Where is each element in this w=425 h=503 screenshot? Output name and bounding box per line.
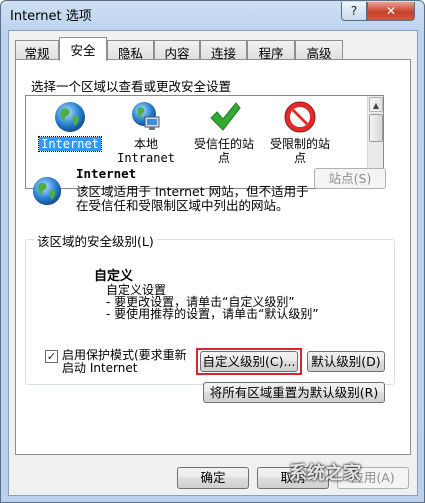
help-button[interactable]: ? (341, 2, 367, 21)
zone-trusted-sites-label-2: 点 (217, 151, 230, 165)
tab-programs[interactable]: 程序 (247, 40, 295, 61)
zone-local-intranet-label-1: 本地 (133, 137, 158, 151)
security-level-line-3: - 要使用推荐的设置，请单击“默认级别” (106, 307, 319, 321)
zone-prompt: 选择一个区域以查看或更改安全设置 (31, 79, 232, 94)
protected-mode-label-2: 启动 Internet (62, 361, 138, 375)
tab-privacy[interactable]: 隐私 (107, 40, 154, 61)
window-title: Internet 选项 (10, 9, 92, 24)
internet-options-window: Internet 选项 ? ✕ 常规 安全 隐私 内容 连接 程序 高级 选择一… (0, 0, 425, 503)
sites-button[interactable]: 站点(S) (314, 168, 386, 189)
scroll-up-arrow-icon[interactable]: ▲ (369, 97, 383, 112)
zone-local-intranet[interactable]: 本地 Intranet (108, 100, 184, 165)
zone-local-intranet-label-2: Intranet (117, 151, 175, 165)
tab-advanced[interactable]: 高级 (295, 40, 343, 61)
close-button[interactable]: ✕ (367, 2, 415, 21)
security-level-name: 自定义 (94, 269, 134, 284)
scroll-thumb[interactable] (369, 114, 383, 142)
zone-internet-label: Internet (38, 136, 102, 152)
green-check-icon (210, 102, 241, 131)
zone-internet[interactable]: Internet (32, 100, 108, 152)
no-entry-icon (284, 101, 316, 133)
security-level-label: 该区域的安全级别(L) (34, 231, 157, 250)
ok-button[interactable]: 确定 (177, 467, 249, 489)
zone-trusted-sites[interactable]: 受信任的站 点 (186, 100, 262, 165)
tab-security[interactable]: 安全 (59, 37, 107, 61)
zone-restricted-sites[interactable]: 受限制的站 点 (262, 100, 338, 165)
zone-trusted-sites-label-1: 受信任的站 (193, 137, 254, 151)
zone-restricted-sites-label-2: 点 (293, 151, 306, 165)
zone-info-desc-2: 在受信任和受限制区域中列出的网站。 (76, 198, 289, 213)
zone-info-desc-1: 该区域适用于 Internet 网站，但不适用于 (76, 184, 309, 199)
default-level-button[interactable]: 默认级别(D) (307, 351, 385, 372)
reset-all-zones-button[interactable]: 将所有区域重置为默认级别(R) (203, 382, 385, 403)
protected-mode-checkbox[interactable]: ✓ (45, 350, 58, 363)
zone-info-title: Internet (76, 166, 137, 181)
custom-level-highlight (196, 348, 302, 375)
tab-general[interactable]: 常规 (15, 40, 59, 61)
zone-restricted-sites-label-1: 受限制的站 (269, 137, 330, 151)
globe-icon (32, 176, 62, 206)
local-intranet-icon (132, 102, 160, 130)
globe-icon (55, 102, 85, 132)
tab-connections[interactable]: 连接 (200, 40, 247, 61)
watermark-logo: 系统之家 (289, 463, 361, 484)
tab-content[interactable]: 内容 (154, 40, 200, 61)
